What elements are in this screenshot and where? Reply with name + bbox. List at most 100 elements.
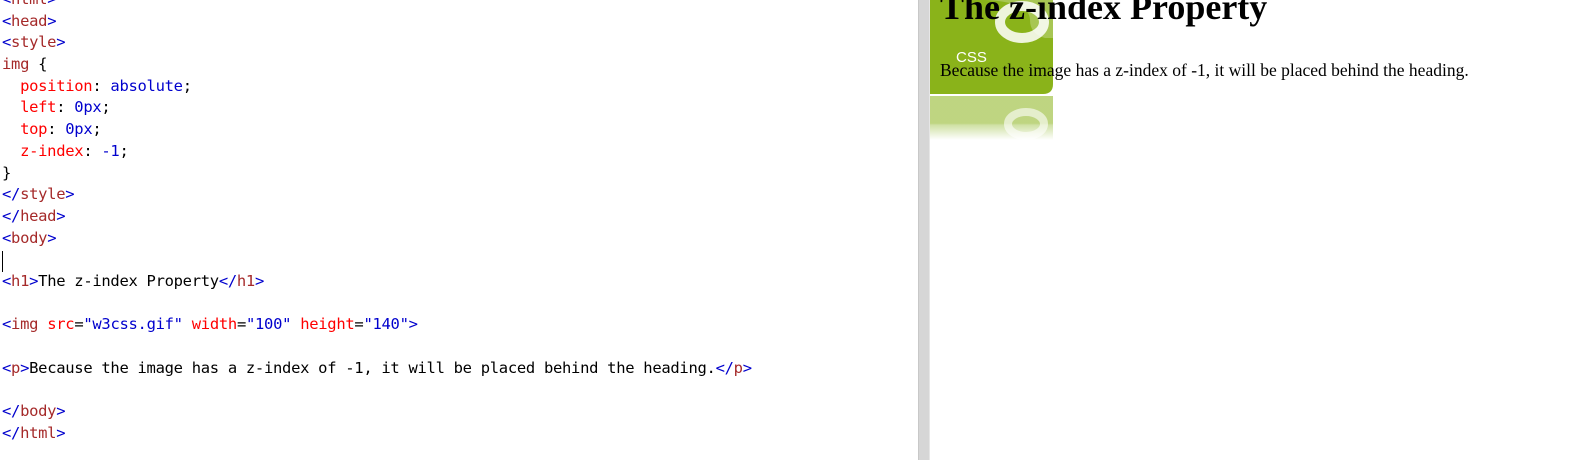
code-token: </: [2, 402, 21, 421]
code-line[interactable]: </head>: [2, 206, 752, 228]
code-token: style: [20, 185, 66, 204]
code-token: ;: [101, 98, 111, 117]
code-token: =: [236, 315, 246, 334]
code-token: <: [2, 0, 11, 8]
code-line[interactable]: </body>: [2, 401, 752, 423]
code-token: <: [2, 228, 12, 247]
code-token: 0px: [74, 98, 102, 117]
code-token: >: [56, 206, 66, 225]
code-line[interactable]: ​: [2, 249, 752, 271]
code-line[interactable]: z-index: -1;: [2, 141, 752, 163]
code-token: >: [47, 228, 57, 247]
code-token: >: [65, 185, 75, 204]
preview-heading: The z-index Property: [940, 0, 1268, 27]
pane-splitter[interactable]: [918, 0, 930, 460]
code-line[interactable]: ​: [2, 379, 752, 401]
code-token: height: [300, 315, 355, 334]
code-line[interactable]: }: [2, 163, 752, 185]
code-token: </: [2, 206, 21, 225]
code-token: :: [47, 120, 66, 139]
code-token: body: [20, 402, 57, 421]
code-line[interactable]: <p>Because the image has a z-index of -1…: [2, 358, 752, 380]
code-text[interactable]: <html><head><style>img { position: absol…: [2, 0, 752, 444]
code-token: ;: [182, 76, 192, 95]
code-token: z-index: [20, 141, 84, 160]
code-line[interactable]: <body>: [2, 228, 752, 250]
code-line[interactable]: img {: [2, 54, 752, 76]
code-token: :: [83, 141, 102, 160]
code-token: <: [2, 11, 12, 30]
code-token: -1: [101, 141, 120, 160]
code-line[interactable]: </style>: [2, 184, 752, 206]
code-token: >: [47, 0, 56, 8]
code-token: position: [20, 76, 93, 95]
code-token: html: [11, 0, 47, 8]
code-token: absolute: [110, 76, 183, 95]
code-token: </: [2, 185, 21, 204]
code-token: width: [191, 315, 237, 334]
code-token: p: [733, 358, 743, 377]
code-token: h1: [11, 271, 30, 290]
code-line[interactable]: <style>: [2, 32, 752, 54]
code-token: >: [56, 33, 66, 52]
code-token: The z-index Property: [38, 271, 219, 290]
code-token: style: [11, 33, 57, 52]
code-editor[interactable]: <html><head><style>img { position: absol…: [0, 0, 918, 460]
code-line[interactable]: </html>: [2, 423, 752, 445]
result-preview: CSS The z-index Property Because the ima…: [930, 0, 1592, 460]
code-token: <: [2, 33, 12, 52]
code-line[interactable]: ​: [2, 293, 752, 315]
code-token: <: [2, 358, 12, 377]
code-token: html: [20, 423, 57, 442]
code-token: <: [2, 271, 12, 290]
code-token: </: [2, 423, 21, 442]
code-token: src: [47, 315, 75, 334]
code-token: head: [11, 11, 48, 30]
code-token: img: [11, 315, 39, 334]
code-line[interactable]: left: 0px;: [2, 97, 752, 119]
code-token: {: [29, 55, 48, 74]
code-line[interactable]: <img src="w3css.gif" width="100" height=…: [2, 314, 752, 336]
code-token: >: [56, 423, 66, 442]
code-token: >: [47, 11, 57, 30]
code-token: body: [11, 228, 48, 247]
code-token: "w3css.gif": [83, 315, 183, 334]
code-token: :: [92, 76, 111, 95]
code-token: head: [20, 206, 57, 225]
code-token: ;: [92, 120, 102, 139]
code-token: "100": [245, 315, 292, 334]
code-token: </: [715, 358, 734, 377]
code-line[interactable]: <head>: [2, 11, 752, 33]
code-line[interactable]: top: 0px;: [2, 119, 752, 141]
code-token: Because the image has a z-index of -1, i…: [29, 358, 716, 377]
code-token: img: [2, 55, 30, 74]
code-token: >: [20, 358, 30, 377]
code-token: >: [742, 358, 752, 377]
code-token: >: [56, 402, 66, 421]
code-line[interactable]: position: absolute;: [2, 76, 752, 98]
code-token: p: [11, 358, 21, 377]
code-token: >: [408, 315, 418, 334]
code-token: >: [254, 271, 265, 290]
code-token: =: [74, 315, 84, 334]
code-token: h1: [236, 271, 255, 290]
code-token: >: [29, 271, 39, 290]
code-token: ;: [119, 141, 129, 160]
preview-paragraph: Because the image has a z-index of -1, i…: [940, 60, 1469, 80]
code-line[interactable]: ​: [2, 336, 752, 358]
code-token: </: [218, 271, 237, 290]
code-token: left: [20, 98, 57, 117]
code-token: :: [56, 98, 75, 117]
code-token: <: [2, 315, 12, 334]
code-line[interactable]: <html>: [2, 0, 752, 11]
code-token: "140": [363, 315, 409, 334]
code-token: 0px: [65, 120, 93, 139]
code-line[interactable]: <h1>The z-index Property</h1>: [2, 271, 752, 293]
